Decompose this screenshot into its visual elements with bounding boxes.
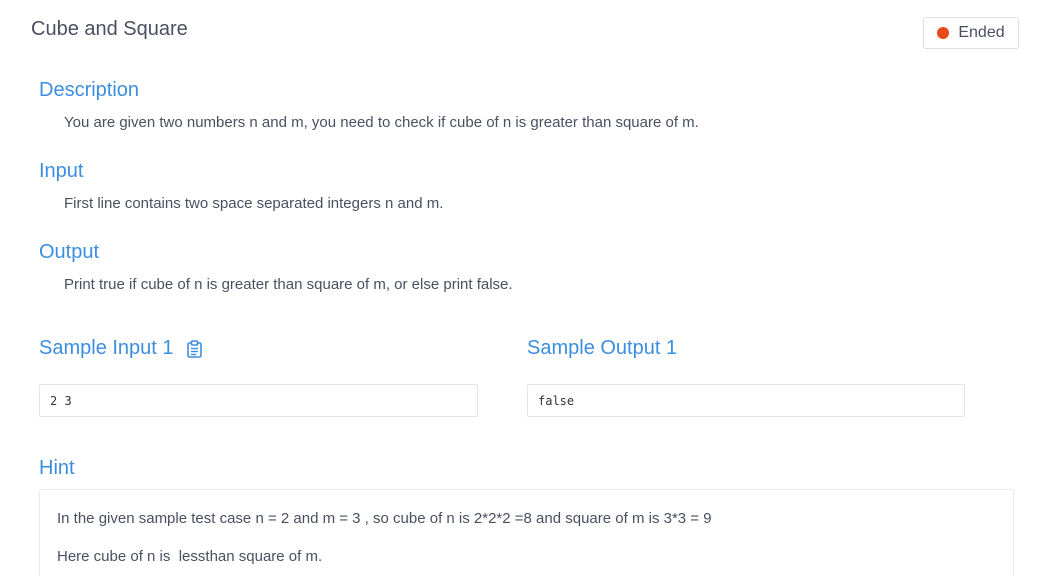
sample-input-box[interactable]: 2 3 — [39, 384, 478, 417]
hint-box: In the given sample test case n = 2 and … — [39, 489, 1014, 576]
description-heading: Description — [39, 79, 140, 101]
clipboard-icon[interactable] — [186, 339, 203, 358]
sample-output-heading: Sample Output 1 — [527, 337, 677, 360]
hint-line-1: In the given sample test case n = 2 and … — [57, 510, 712, 527]
input-heading: Input — [39, 160, 84, 182]
status-dot-icon — [937, 27, 950, 39]
input-text: First line contains two space separated … — [64, 195, 444, 212]
problem-title: Cube and Square — [31, 18, 188, 40]
status-label: Ended — [958, 24, 1005, 41]
output-heading: Output — [39, 241, 100, 263]
hint-heading: Hint — [39, 457, 75, 479]
description-text: You are given two numbers n and m, you n… — [64, 114, 699, 131]
output-text: Print true if cube of n is greater than … — [64, 276, 513, 293]
sample-input-heading: Sample Input 1 — [39, 337, 203, 360]
problem-page: Cube and Square Ended Description You ar… — [0, 0, 1051, 576]
sample-input-label: Sample Input 1 — [39, 337, 174, 359]
sample-output-label: Sample Output 1 — [527, 337, 678, 359]
sample-output-box[interactable]: false — [527, 384, 965, 417]
status-badge: Ended — [923, 17, 1019, 49]
hint-line-2: Here cube of n is lessthan square of m. — [57, 548, 323, 565]
